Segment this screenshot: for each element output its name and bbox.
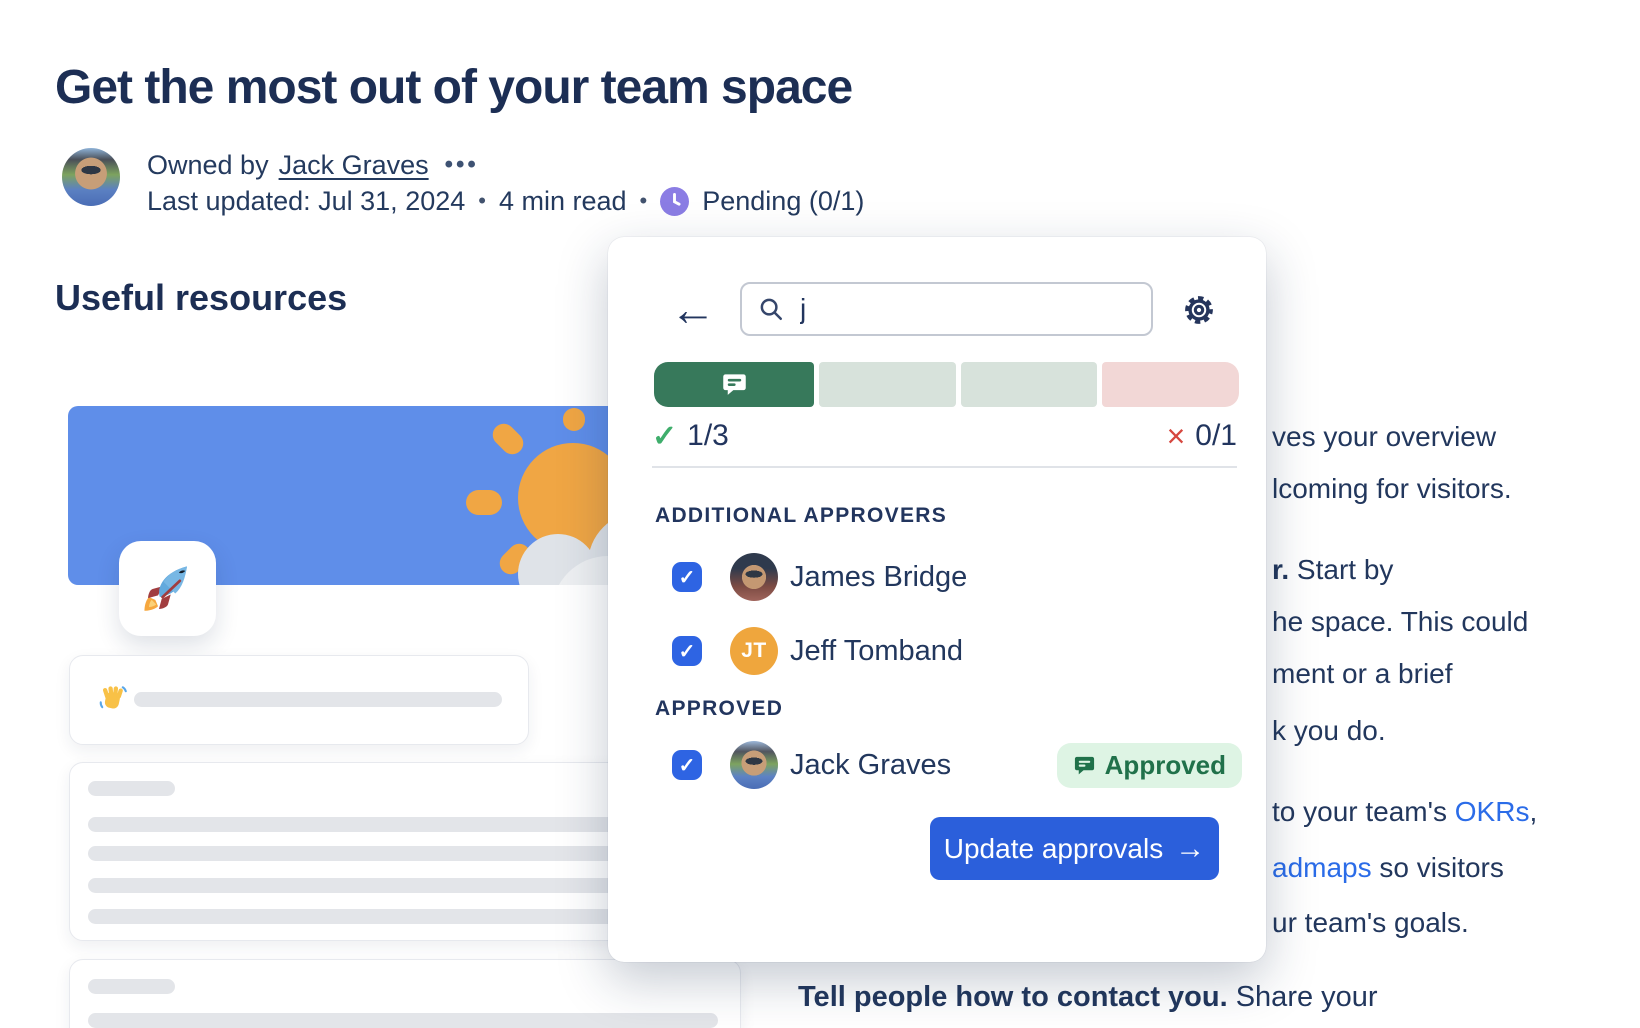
progress-segment-declined[interactable] [1102, 362, 1239, 407]
page-title: Get the most out of your team space [55, 60, 852, 115]
declined-count: × 0/1 [1167, 418, 1237, 455]
article-text: , [1529, 796, 1537, 827]
pending-clock-icon [660, 187, 689, 216]
article-text: k you do. [1272, 715, 1386, 746]
byline-owner-row: Owned by Jack Graves ••• [147, 150, 479, 180]
button-label: Update approvals [944, 833, 1163, 865]
article-text-fragment: r. Start by [1272, 550, 1393, 590]
approver-row-jeff-tomband[interactable]: ✓ JT Jeff Tomband [672, 626, 1242, 676]
approver-name: James Bridge [790, 561, 967, 594]
article-text: Start by [1289, 554, 1393, 585]
article-text-fragment: ment or a brief [1272, 654, 1453, 694]
byline-meta-row: Last updated: Jul 31, 2024 • 4 min read … [147, 185, 864, 217]
space-logo-tile [119, 541, 216, 636]
roadmaps-link[interactable]: admaps [1272, 852, 1372, 883]
wave-emoji-icon [97, 684, 127, 714]
skeleton-card [69, 655, 529, 745]
page: Get the most out of your team space Owne… [0, 0, 1640, 1028]
approver-row-james-bridge[interactable]: ✓ James Bridge [672, 552, 1242, 602]
divider [652, 466, 1237, 468]
progress-segment-pending[interactable] [819, 362, 956, 407]
article-text-fragment: ves your overview [1272, 417, 1496, 457]
approver-name: Jeff Tomband [790, 635, 963, 668]
search-icon [756, 294, 786, 324]
arrow-right-icon: → [1175, 832, 1205, 866]
comment-icon [721, 371, 748, 398]
owner-avatar[interactable] [62, 148, 120, 206]
skeleton-text-bar [134, 692, 502, 707]
article-text: Share your [1228, 981, 1378, 1013]
rocket-icon [139, 560, 197, 618]
declined-ratio: 0/1 [1195, 419, 1237, 453]
skeleton-title-bar [88, 781, 175, 796]
additional-approvers-heading: ADDITIONAL APPROVERS [655, 504, 947, 528]
approval-counts-row: ✓ 1/3 × 0/1 [652, 417, 1237, 455]
checkbox-checked[interactable]: ✓ [672, 562, 702, 592]
article-text-fragment: admaps so visitors [1272, 848, 1504, 888]
skeleton-card [69, 959, 741, 1028]
article-text-fragment: to your team's OKRs, [1272, 792, 1537, 832]
article-text-fragment: ur team's goals. [1272, 903, 1469, 943]
checkbox-checked[interactable]: ✓ [672, 636, 702, 666]
settings-button[interactable] [1176, 287, 1222, 333]
progress-segment-pending[interactable] [961, 362, 1098, 407]
article-text-bold: Tell people how to contact you. [798, 981, 1228, 1013]
contact-paragraph: Tell people how to contact you. Share yo… [798, 977, 1378, 1017]
article-text-bold: r. [1272, 554, 1289, 585]
sun-ray [563, 408, 585, 431]
skeleton-title-bar [88, 979, 175, 994]
skeleton-text-bar [88, 1013, 718, 1028]
article-text-fragment: lcoming for visitors. [1272, 469, 1512, 509]
dot-separator: • [478, 188, 486, 214]
gear-icon [1182, 291, 1216, 329]
owner-link[interactable]: Jack Graves [279, 150, 429, 181]
article-text: ur team's goals. [1272, 907, 1469, 938]
avatar [730, 553, 778, 601]
update-approvals-button[interactable]: Update approvals → [930, 817, 1219, 880]
cross-icon: × [1167, 418, 1186, 455]
avatar [730, 741, 778, 789]
approval-progress-bar [654, 362, 1239, 407]
comment-icon [1073, 754, 1096, 777]
approved-status-badge: Approved [1057, 743, 1242, 788]
article-text-fragment: he space. This could [1272, 602, 1528, 642]
more-menu-icon[interactable]: ••• [445, 151, 479, 179]
article-text: so visitors [1372, 852, 1504, 883]
approver-search-box [740, 282, 1153, 336]
avatar: JT [730, 627, 778, 675]
article-text: ment or a brief [1272, 658, 1453, 689]
check-icon: ✓ [652, 419, 677, 454]
approvals-popup: ← [608, 237, 1266, 962]
okrs-link[interactable]: OKRs [1455, 796, 1530, 827]
article-text: ves your overview [1272, 421, 1496, 452]
section-heading: Useful resources [55, 277, 347, 319]
badge-label: Approved [1105, 750, 1226, 781]
approved-ratio: 1/3 [687, 419, 729, 453]
owned-by-label: Owned by [147, 150, 269, 181]
dot-separator: • [640, 188, 648, 214]
approved-heading: APPROVED [655, 697, 783, 721]
article-text: he space. This could [1272, 606, 1528, 637]
approved-count: ✓ 1/3 [652, 419, 729, 454]
back-button[interactable]: ← [664, 281, 722, 337]
article-text: lcoming for visitors. [1272, 473, 1512, 504]
checkbox-checked[interactable]: ✓ [672, 750, 702, 780]
approver-name: Jack Graves [790, 749, 951, 782]
read-time-label: 4 min read [499, 186, 627, 217]
sun-ray [466, 490, 502, 515]
sun-ray [488, 419, 528, 459]
progress-segment-approved[interactable] [654, 362, 814, 407]
article-text-fragment: k you do. [1272, 711, 1386, 751]
article-text: to your team's [1272, 796, 1455, 827]
search-input[interactable] [798, 292, 1151, 326]
back-arrow-icon: ← [670, 282, 716, 336]
last-updated-label: Last updated: Jul 31, 2024 [147, 186, 465, 217]
approver-row-jack-graves[interactable]: ✓ Jack Graves Approved [672, 740, 1242, 790]
approval-status-badge[interactable]: Pending (0/1) [702, 186, 864, 217]
